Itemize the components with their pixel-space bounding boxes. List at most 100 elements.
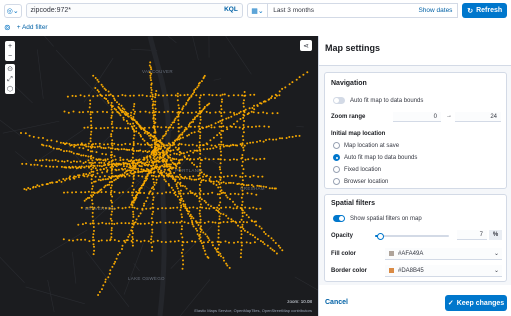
reset-view-button[interactable]: ⊙ [5, 64, 15, 74]
auto-fit-toggle[interactable] [333, 97, 345, 104]
transit-point [150, 146, 153, 149]
transit-point [182, 263, 185, 266]
transit-point [259, 240, 262, 242]
transit-point [160, 156, 163, 159]
transit-point [202, 179, 205, 181]
transit-point [151, 246, 154, 248]
transit-point [122, 116, 125, 119]
transit-point [243, 109, 246, 112]
transit-point [220, 125, 223, 128]
transit-point [241, 208, 243, 211]
map-canvas[interactable]: VANCOUVER PORTLAND BEAVERTON GRESHAM LAK… [0, 36, 318, 316]
border-color-text: Border color [331, 268, 368, 274]
opacity-input[interactable]: 7 [457, 230, 487, 240]
transit-point [207, 192, 210, 195]
kql-toggle[interactable]: KQL [224, 6, 238, 13]
transit-point [243, 120, 246, 122]
transit-point [87, 190, 90, 193]
fill-color-picker[interactable]: #AFA49A ⌄ [385, 248, 502, 260]
map-attribution[interactable]: Elastic Maps Service, OpenMapTiles, Open… [194, 308, 312, 313]
opacity-slider[interactable] [375, 232, 449, 240]
transit-point [90, 116, 92, 119]
refresh-button[interactable]: ↻ Refresh [462, 3, 507, 18]
transit-point [157, 207, 159, 210]
transit-point [190, 132, 193, 134]
location-option[interactable]: Map location at save [333, 142, 399, 149]
transit-point [175, 158, 178, 161]
transit-point [228, 181, 230, 184]
layer-control-button[interactable]: ⋖ [300, 40, 312, 51]
show-dates-link[interactable]: Show dates [418, 7, 452, 14]
fullscreen-button[interactable]: ⤢ [5, 74, 15, 84]
zoom-out-button[interactable]: − [5, 51, 15, 61]
opacity-slider-thumb[interactable] [376, 232, 384, 240]
zoom-in-button[interactable]: + [5, 41, 15, 51]
transit-point [105, 222, 108, 225]
transit-point [133, 103, 136, 105]
transit-point [110, 165, 113, 168]
transit-point [107, 101, 110, 104]
transit-point [178, 134, 181, 137]
show-spatial-filters-toggle[interactable] [333, 215, 345, 222]
transit-point [118, 175, 121, 178]
filter-options-icon[interactable]: ⊚ [4, 23, 11, 32]
transit-point [131, 241, 134, 244]
transit-point [63, 160, 66, 163]
transit-point [149, 207, 152, 210]
transit-point [89, 99, 92, 102]
transit-point [124, 142, 127, 145]
transit-point [199, 218, 202, 221]
transit-point [110, 236, 113, 239]
transit-point [119, 114, 122, 117]
zoom-max-input[interactable]: 24 [455, 112, 501, 122]
date-quick-menu-button[interactable]: ▦⌄ [246, 3, 269, 18]
radio-map-location-at-save[interactable] [333, 142, 340, 149]
transit-point [183, 128, 186, 131]
radio-auto-fit[interactable] [333, 154, 340, 161]
transit-point [218, 125, 221, 128]
transit-point [179, 158, 182, 161]
transit-point [220, 100, 223, 103]
transit-point [151, 220, 154, 223]
transit-point [217, 186, 220, 189]
transit-point [114, 148, 117, 151]
date-picker[interactable]: Last 3 months Show dates [268, 3, 459, 18]
transit-point [152, 210, 155, 213]
transit-point [149, 95, 152, 98]
transit-point [182, 259, 184, 262]
transit-point [251, 234, 254, 237]
transit-point [107, 164, 110, 167]
zoom-min-input[interactable]: 0 [393, 112, 441, 122]
radio-browser-location[interactable] [333, 178, 340, 185]
transit-point [89, 222, 92, 225]
add-filter-link[interactable]: + Add filter [17, 24, 48, 31]
saved-query-button[interactable]: ◎⌄ [4, 3, 22, 18]
transit-point [134, 164, 137, 167]
border-color-picker[interactable]: #DA8B45 ⌄ [385, 265, 502, 277]
transit-point [89, 102, 92, 105]
transit-point [227, 94, 230, 97]
transit-point [180, 125, 183, 128]
transit-point [161, 192, 164, 195]
transit-point [87, 155, 90, 158]
transit-point [114, 99, 116, 102]
transit-point [224, 206, 227, 209]
location-option[interactable]: Auto fit map to data bounds [333, 154, 417, 161]
cancel-button[interactable]: Cancel [325, 299, 348, 306]
transit-point [91, 159, 94, 162]
keep-changes-button[interactable]: ✓ Keep changes [445, 295, 507, 311]
transit-point [56, 165, 58, 168]
transit-point [62, 142, 65, 144]
location-option[interactable]: Fixed location [333, 166, 381, 173]
transit-point [110, 184, 113, 187]
transit-point [204, 253, 207, 256]
location-option[interactable]: Browser location [333, 178, 388, 185]
transit-point [84, 154, 87, 157]
transit-point [190, 217, 192, 220]
radio-fixed-location[interactable] [333, 166, 340, 173]
transit-point [273, 250, 276, 252]
draw-shape-button[interactable]: ⬡ [5, 84, 15, 94]
query-input[interactable]: zipcode:972* KQL [25, 3, 243, 18]
transit-point [137, 132, 140, 135]
transit-point [132, 128, 135, 131]
